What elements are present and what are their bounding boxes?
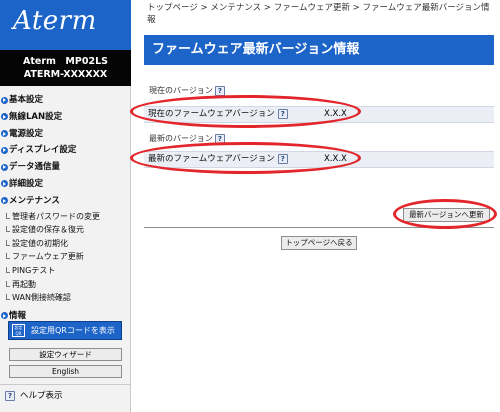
qr-code-button[interactable]: 設定 QR 設定用QRコードを表示 [8, 321, 122, 340]
device-info: Aterm MP02LS ATERM-XXXXXX [0, 50, 131, 86]
help-label: ヘルプ表示 [20, 391, 63, 401]
arrow-icon [1, 197, 8, 205]
arrow-icon [1, 312, 8, 320]
back-to-top-button[interactable]: トップページへ戻る [281, 236, 357, 250]
sidebar-subitem-save-restore[interactable]: 設定値の保存＆復元 [0, 223, 131, 237]
breadcrumb: トップページ > メンテナンス > ファームウェア更新 > ファームウェア最新バ… [147, 3, 490, 25]
setup-wizard-button[interactable]: 設定ウィザード [9, 348, 122, 361]
sidebar-item-basic[interactable]: 基本設定 [0, 92, 131, 109]
sidebar-subitem-initialize[interactable]: 設定値の初期化 [0, 237, 131, 251]
help-icon[interactable]: ? [277, 153, 288, 164]
help-icon: ? [5, 391, 15, 401]
sidebar-item-power[interactable]: 電源設定 [0, 126, 131, 143]
latest-version-value: X.X.X [324, 154, 347, 164]
help-icon[interactable]: ? [277, 108, 288, 119]
arrow-icon [1, 163, 8, 171]
update-firmware-button[interactable]: 最新バージョンへ更新 [403, 208, 490, 222]
sidebar-subitem-admin-password[interactable]: 管理者パスワードの変更 [0, 210, 131, 224]
page-title: ファームウェア最新バージョン情報 [144, 35, 494, 65]
sidebar-item-maintenance[interactable]: メンテナンス [0, 193, 131, 210]
sidebar-subitem-wan-check[interactable]: WAN側接続確認 [0, 291, 131, 305]
sidebar: Aterm Aterm MP02LS ATERM-XXXXXX 基本設定 無線L… [0, 0, 131, 412]
help-toggle[interactable]: ? ヘルプ表示 [0, 384, 131, 412]
english-button[interactable]: English [9, 365, 122, 378]
latest-version-label: 最新のファームウェアバージョン? [148, 152, 288, 167]
sidebar-item-data-usage[interactable]: データ通信量 [0, 159, 131, 176]
current-version-heading: 現在のバージョン? [144, 85, 225, 97]
qr-code-icon: 設定 QR [12, 324, 25, 337]
arrow-icon [1, 96, 8, 104]
current-version-value: X.X.X [324, 109, 347, 119]
sidebar-subitem-reboot[interactable]: 再起動 [0, 278, 131, 292]
sidebar-item-display[interactable]: ディスプレイ設定 [0, 142, 131, 159]
device-name: ATERM-XXXXXX [23, 69, 108, 80]
qr-code-button-label: 設定用QRコードを表示 [31, 326, 115, 335]
sidebar-subitem-ping-test[interactable]: PINGテスト [0, 264, 131, 278]
divider [144, 227, 494, 228]
help-icon[interactable]: ? [214, 133, 225, 144]
arrow-icon [1, 146, 8, 154]
help-icon[interactable]: ? [214, 85, 225, 96]
sidebar-subitem-firmware-update[interactable]: ファームウェア更新 [0, 250, 131, 264]
logo: Aterm [0, 0, 131, 50]
sidebar-menu: 基本設定 無線LAN設定 電源設定 ディスプレイ設定 データ通信量 詳細設定 メ… [0, 92, 131, 325]
latest-version-row: 最新のファームウェアバージョン? X.X.X [144, 151, 494, 168]
arrow-icon [1, 180, 8, 188]
sidebar-item-advanced[interactable]: 詳細設定 [0, 176, 131, 193]
current-version-row: 現在のファームウェアバージョン? X.X.X [144, 106, 494, 123]
latest-version-heading: 最新のバージョン? [144, 133, 225, 145]
device-model: Aterm MP02LS [23, 56, 108, 67]
arrow-icon [1, 130, 8, 138]
arrow-icon [1, 113, 8, 121]
sidebar-item-wireless[interactable]: 無線LAN設定 [0, 109, 131, 126]
logo-text: Aterm [13, 6, 97, 36]
current-version-label: 現在のファームウェアバージョン? [148, 107, 288, 122]
